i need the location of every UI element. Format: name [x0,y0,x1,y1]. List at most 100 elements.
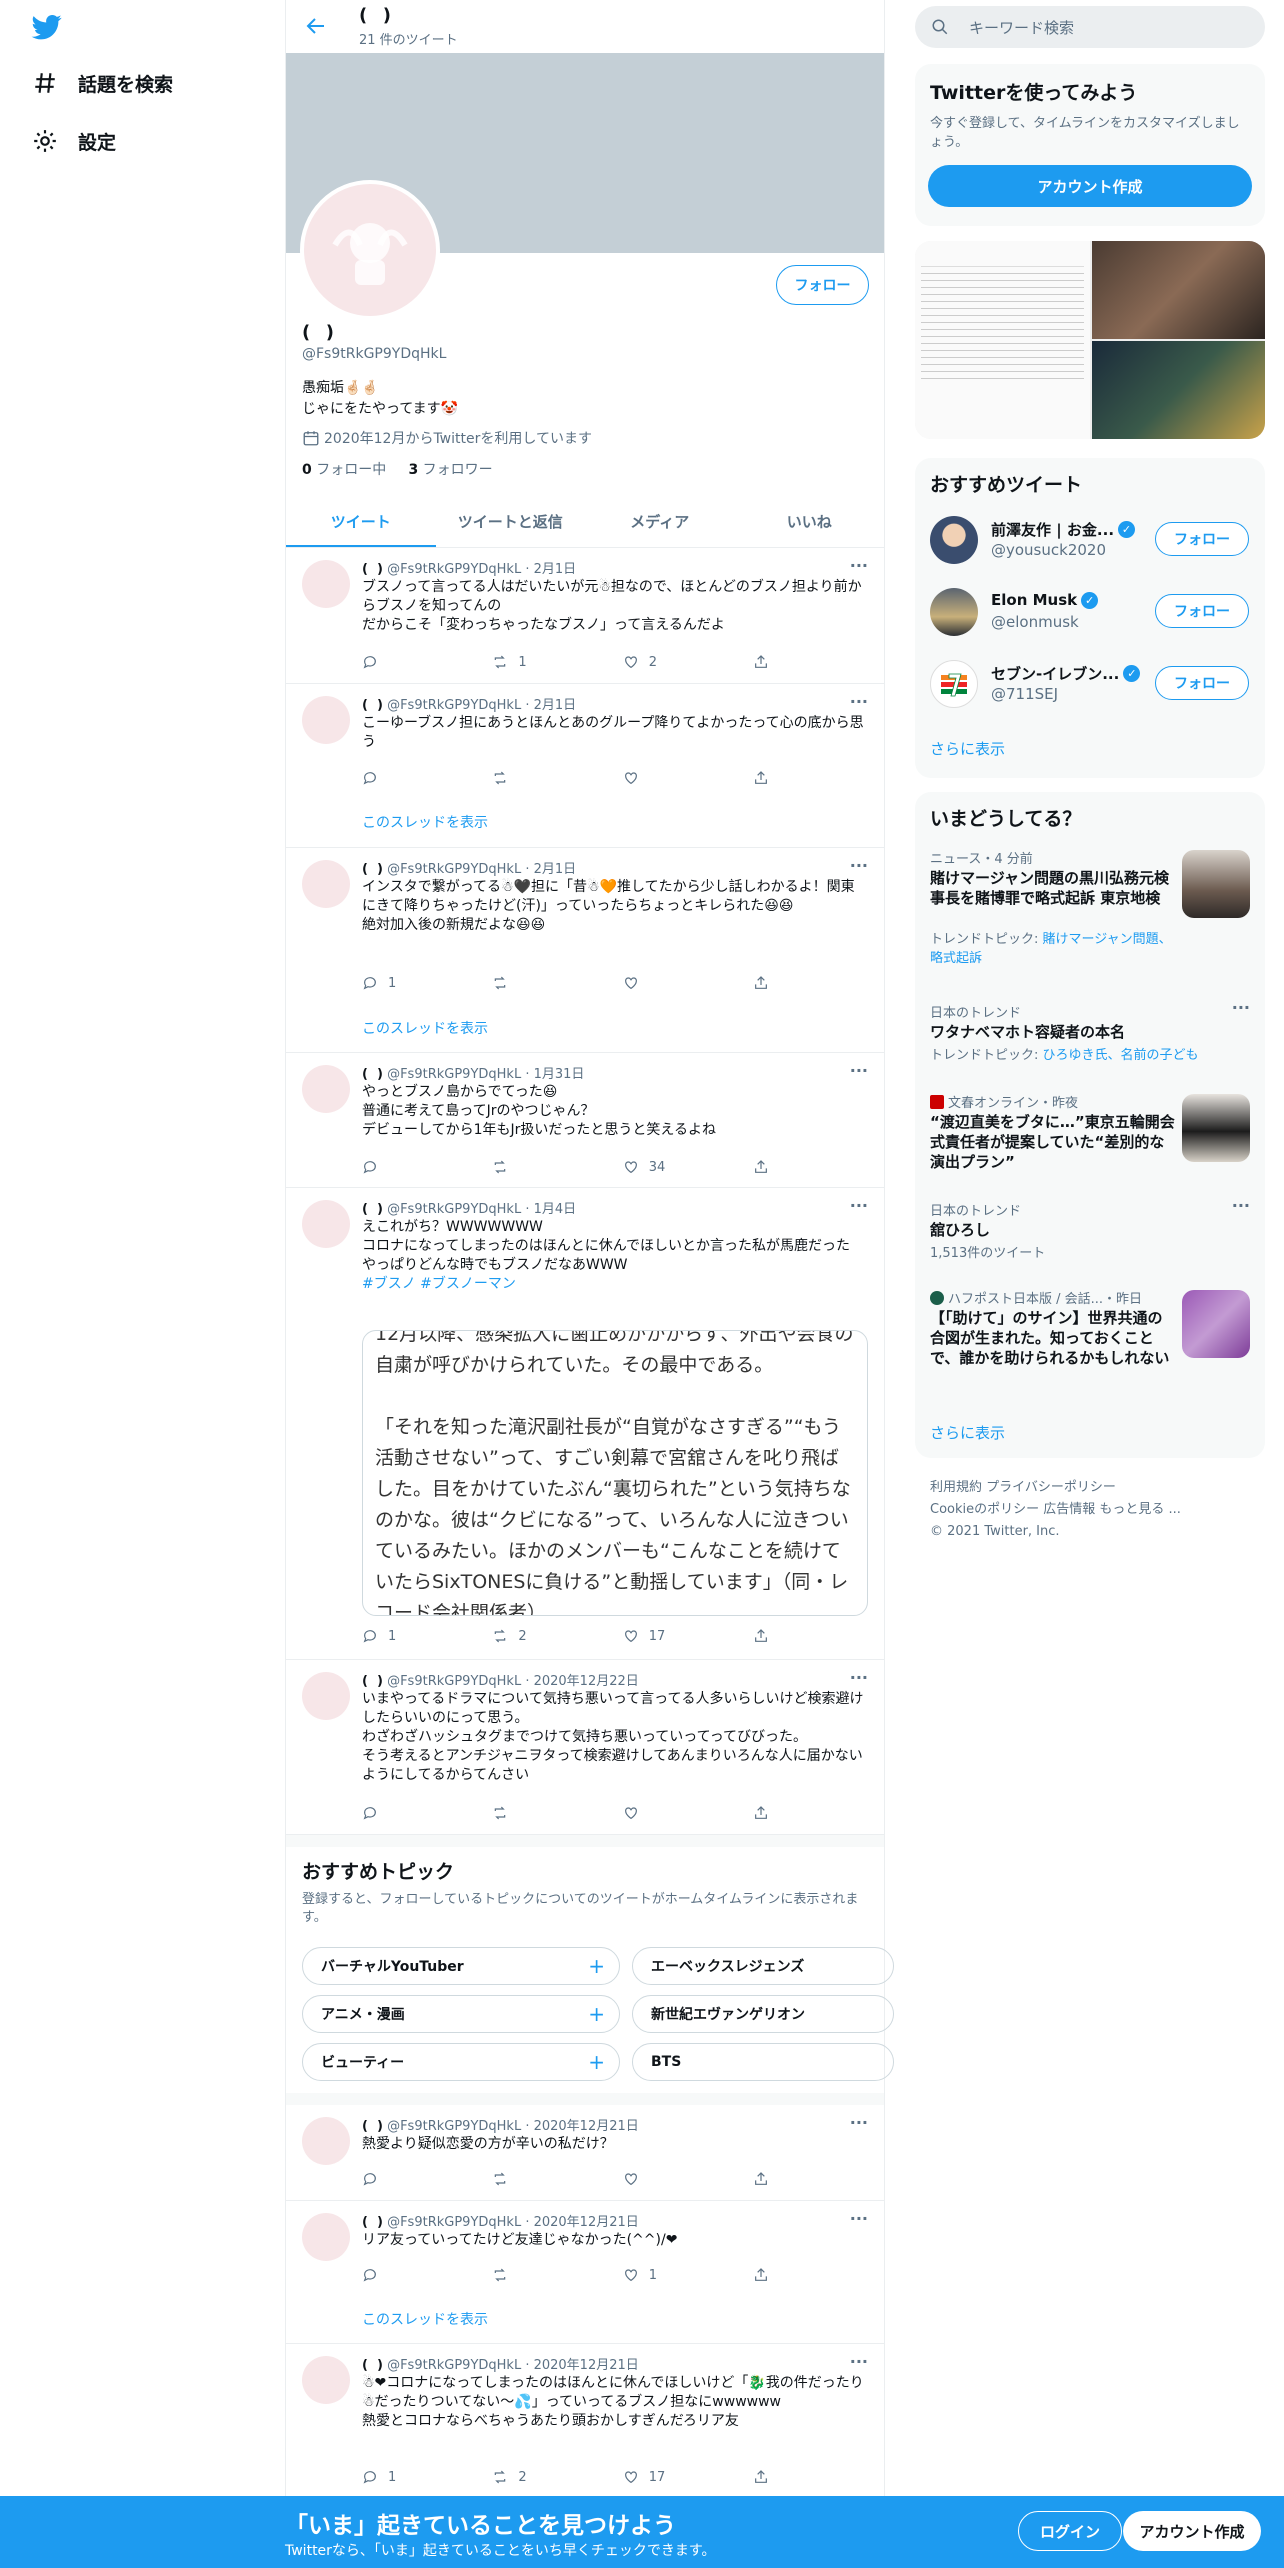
recommended-user[interactable]: Elon Musk ✓ @elonmusk フォロー [915,576,1265,648]
tweet-avatar[interactable] [302,860,350,908]
reply-button[interactable]: 1 [362,1626,492,1646]
topic-pill[interactable]: バーチャルYouTuber + [302,1947,620,1985]
followers-link[interactable]: 3 フォロワー [408,462,492,478]
retweet-button[interactable] [492,973,622,993]
more-icon[interactable]: ··· [1232,998,1250,1017]
like-button[interactable]: 17 [623,2467,753,2487]
tweet-author-name[interactable]: ( ︎︎︎︎︎︎︎︎︎︎︎︎︎︎︎︎ ) [362,562,383,577]
more-icon[interactable]: ··· [850,2209,868,2228]
tweet[interactable]: ( ︎︎︎︎︎︎︎︎︎︎︎︎︎︎︎︎ ) @Fs9tRkGP9YDqHkL · … [286,2344,884,2496]
search-input[interactable]: キーワード検索 [915,6,1265,48]
like-button[interactable] [623,768,753,788]
topic-pill[interactable]: アニメ・漫画 + [302,1995,620,2033]
show-more-link[interactable]: さらに表示 [930,738,1005,759]
tweet-avatar[interactable] [302,1065,350,1113]
tweet-author-name[interactable]: ( ︎︎︎︎︎︎︎︎︎︎︎︎︎︎︎︎ ) [362,1067,383,1082]
like-button[interactable]: 34 [623,1157,753,1177]
plus-icon[interactable]: + [588,2050,605,2074]
tweet-meta[interactable]: @Fs9tRkGP9YDqHkL · 2月1日 [387,562,576,577]
like-button[interactable]: 17 [623,1626,753,1646]
tweet-meta[interactable]: @Fs9tRkGP9YDqHkL · 2月1日 [387,698,576,713]
reply-button[interactable] [362,2169,492,2189]
topic-pill[interactable]: BTS [632,2043,894,2081]
tweet-meta[interactable]: @Fs9tRkGP9YDqHkL · 1月31日 [387,1067,584,1082]
share-button[interactable] [753,768,782,788]
retweet-button[interactable] [492,2169,622,2189]
tweet-author-name[interactable]: ( ︎︎︎︎︎︎︎︎︎︎︎︎︎︎︎︎ ) [362,698,383,713]
more-icon[interactable]: ··· [850,556,868,575]
more-icon[interactable]: ··· [850,692,868,711]
twitter-logo-icon[interactable] [30,12,64,42]
quoted-article-card[interactable]: 12月以降、感染拡大に歯止めがかからず、外出や会食の自粛が呼びかけられていた。そ… [362,1330,868,1616]
footer-line[interactable]: 利用規約 プライバシーポリシー [930,1477,1260,1499]
topic-pill[interactable]: 新世紀エヴァンゲリオン [632,1995,894,2033]
follow-button[interactable]: フォロー [1155,666,1249,700]
reply-button[interactable] [362,652,492,672]
nav-settings[interactable]: 設定 [32,121,116,161]
more-icon[interactable]: ··· [850,2113,868,2132]
retweet-button[interactable] [492,1803,622,1823]
tweet[interactable]: ( ︎︎︎︎︎︎︎︎︎︎︎︎︎︎︎︎ ) @Fs9tRkGP9YDqHkL · … [286,1053,884,1188]
tweet-avatar[interactable] [302,696,350,744]
avatar[interactable] [930,660,978,708]
retweet-button[interactable]: 2 [492,1626,622,1646]
topic-pill[interactable]: ビューティー + [302,2043,620,2081]
signup-button[interactable]: アカウント作成 [1123,2511,1261,2551]
reply-button[interactable] [362,768,492,788]
retweet-button[interactable] [492,1157,622,1177]
trend-item[interactable]: 文春オンライン・昨夜 “渡辺直美をブタに…”東京五輪開会式責任者が提案していた“… [915,1082,1265,1182]
login-button[interactable]: ログイン [1018,2511,1122,2551]
share-button[interactable] [753,973,782,993]
tweet[interactable]: ( ︎︎︎︎︎︎︎︎︎︎︎︎︎︎︎︎ ) @Fs9tRkGP9YDqHkL · … [286,1188,884,1660]
more-icon[interactable]: ··· [850,1196,868,1215]
reply-button[interactable] [362,2265,492,2285]
like-button[interactable] [623,1803,753,1823]
tweet-avatar[interactable] [302,560,350,608]
tweet-author-name[interactable]: ( ︎︎︎︎︎︎︎︎︎︎︎︎︎︎︎︎ ) [362,1202,383,1217]
signup-button[interactable]: アカウント作成 [928,165,1252,207]
more-icon[interactable]: ··· [850,1668,868,1687]
avatar[interactable] [930,516,978,564]
share-button[interactable] [753,1626,782,1646]
tab-media[interactable]: メディア [585,495,735,547]
tweet-avatar[interactable] [302,2117,350,2165]
tweet-meta[interactable]: @Fs9tRkGP9YDqHkL · 2月1日 [387,862,576,877]
share-button[interactable] [753,652,782,672]
back-arrow-icon[interactable] [304,14,328,38]
share-button[interactable] [753,2467,782,2487]
retweet-button[interactable]: 1 [492,652,622,672]
more-icon[interactable]: ··· [1232,1196,1250,1215]
tweet-author-name[interactable]: ( ︎︎︎︎︎︎︎︎︎︎︎︎︎︎︎︎ ) [362,2358,383,2373]
topic-pill[interactable]: エーベックスレジェンズ [632,1947,894,1985]
more-icon[interactable]: ··· [850,856,868,875]
tweet-meta[interactable]: @Fs9tRkGP9YDqHkL · 1月4日 [387,1202,576,1217]
tweet-avatar[interactable] [302,1200,350,1248]
retweet-button[interactable] [492,2265,622,2285]
tweet-author-name[interactable]: ( ︎︎︎︎︎︎︎︎︎︎︎︎︎︎︎︎ ) [362,2119,383,2134]
tweet-avatar[interactable] [302,2356,350,2404]
tweet-meta[interactable]: @Fs9tRkGP9YDqHkL · 2020年12月22日 [387,1674,639,1689]
profile-avatar[interactable] [300,180,440,320]
avatar[interactable] [930,588,978,636]
tweet-author-name[interactable]: ( ︎︎︎︎︎︎︎︎︎︎︎︎︎︎︎︎ ) [362,2215,383,2230]
tweet[interactable]: ( ︎︎︎︎︎︎︎︎︎︎︎︎︎︎︎︎ ) @Fs9tRkGP9YDqHkL · … [286,2201,884,2344]
tab-tweets[interactable]: ツイート [286,495,436,547]
follow-button[interactable]: フォロー [1155,522,1249,556]
tweet-avatar[interactable] [302,2213,350,2261]
reply-button[interactable]: 1 [362,2467,492,2487]
footer-line[interactable]: Cookieのポリシー 広告情報 もっと見る ... [930,1499,1260,1521]
tweet-author-name[interactable]: ( ︎︎︎︎︎︎︎︎︎︎︎︎︎︎︎︎ ) [362,862,383,877]
plus-icon[interactable]: + [588,2002,605,2026]
share-button[interactable] [753,1803,782,1823]
show-thread-link[interactable]: このスレッドを表示 [362,1018,488,1038]
tab-likes[interactable]: いいね [735,495,885,547]
trend-item[interactable]: ハフポスト日本版 / 会話...・昨日 【「助けて」のサイン】世界共通の合図が生… [915,1278,1265,1398]
plus-icon[interactable]: + [588,1954,605,1978]
more-icon[interactable]: ··· [850,1061,868,1080]
tweet[interactable]: ( ︎︎︎︎︎︎︎︎︎︎︎︎︎︎︎︎ ) @Fs9tRkGP9YDqHkL · … [286,684,884,848]
show-thread-link[interactable]: このスレッドを表示 [362,812,488,832]
share-button[interactable] [753,2169,782,2189]
nav-explore[interactable]: 話題を検索 [32,63,173,103]
more-icon[interactable]: ··· [850,2352,868,2371]
reply-button[interactable] [362,1157,492,1177]
